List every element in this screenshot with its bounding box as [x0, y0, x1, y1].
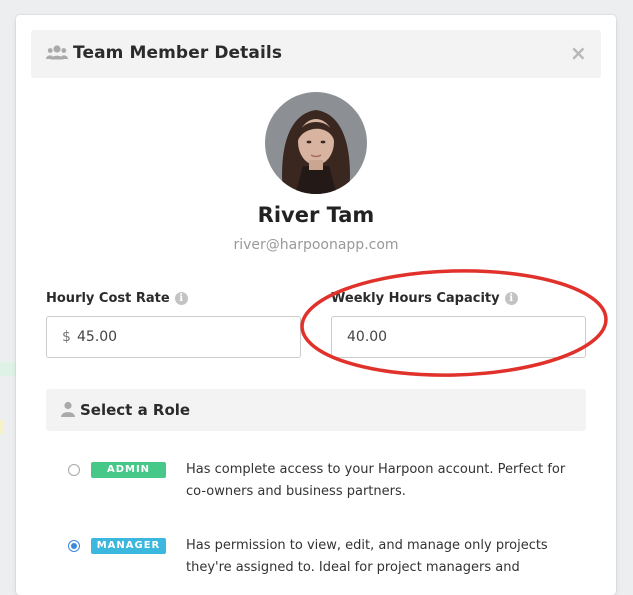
hourly-cost-rate-label-text: Hourly Cost Rate	[46, 291, 170, 306]
hourly-cost-rate-value: 45.00	[77, 329, 118, 345]
role-badge-admin: ADMIN	[91, 462, 166, 478]
avatar	[265, 92, 367, 194]
close-icon[interactable]: ×	[570, 42, 587, 64]
role-radio-manager[interactable]	[68, 540, 80, 552]
role-radio-admin[interactable]	[68, 464, 80, 476]
role-description-manager: Has permission to view, edit, and manage…	[186, 538, 548, 575]
user-icon	[61, 401, 75, 417]
select-role-header: Select a Role	[46, 389, 586, 431]
users-icon	[46, 45, 68, 60]
select-role-title: Select a Role	[80, 401, 191, 419]
weekly-hours-capacity-label: Weekly Hours Capacity i	[331, 291, 518, 306]
info-icon[interactable]: i	[174, 292, 188, 305]
modal-header: Team Member Details ×	[31, 30, 601, 78]
modal-title: Team Member Details	[73, 43, 283, 63]
hourly-cost-rate-input[interactable]: $ 45.00	[46, 316, 301, 358]
member-email: river@harpoonapp.com	[233, 237, 399, 253]
member-name: River Tam	[257, 203, 375, 227]
info-icon[interactable]: i	[504, 292, 518, 305]
weekly-hours-capacity-value: 40.00	[347, 329, 388, 345]
weekly-hours-capacity-input[interactable]: 40.00	[331, 316, 586, 358]
background-strip	[0, 420, 4, 434]
role-description-admin: Has complete access to your Harpoon acco…	[186, 462, 566, 499]
hourly-cost-rate-label: Hourly Cost Rate i	[46, 291, 188, 306]
weekly-hours-capacity-label-text: Weekly Hours Capacity	[331, 291, 500, 306]
role-badge-manager: MANAGER	[91, 538, 166, 554]
currency-prefix: $	[62, 329, 71, 345]
team-member-modal: Team Member Details × River Tam river@ha…	[16, 15, 616, 595]
